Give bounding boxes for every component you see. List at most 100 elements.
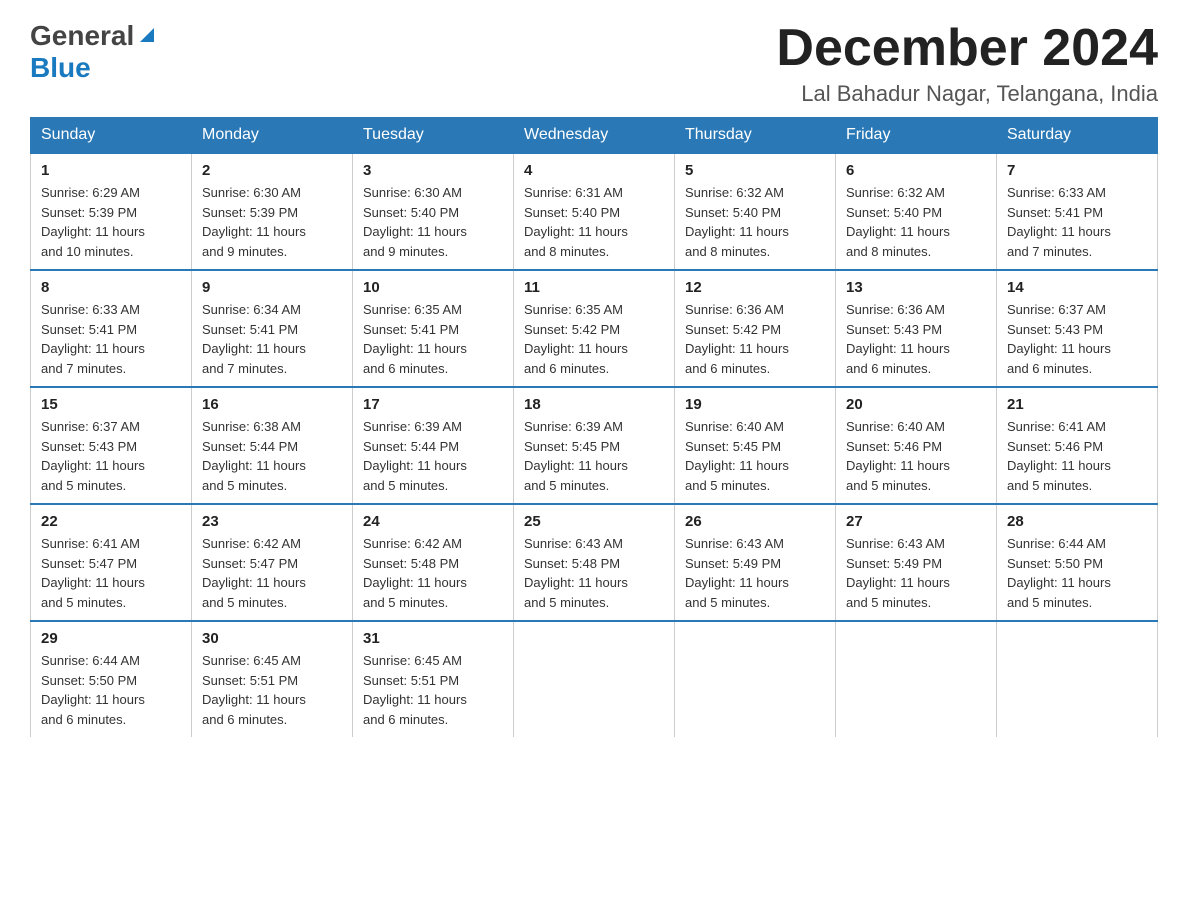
- day-number: 26: [685, 513, 825, 530]
- day-number: 8: [41, 279, 181, 296]
- table-row: 30 Sunrise: 6:45 AMSunset: 5:51 PMDaylig…: [192, 621, 353, 737]
- table-row: 24 Sunrise: 6:42 AMSunset: 5:48 PMDaylig…: [353, 504, 514, 621]
- table-row: 10 Sunrise: 6:35 AMSunset: 5:41 PMDaylig…: [353, 270, 514, 387]
- day-info: Sunrise: 6:39 AMSunset: 5:44 PMDaylight:…: [363, 419, 467, 493]
- table-row: 16 Sunrise: 6:38 AMSunset: 5:44 PMDaylig…: [192, 387, 353, 504]
- day-info: Sunrise: 6:29 AMSunset: 5:39 PMDaylight:…: [41, 185, 145, 259]
- table-row: 14 Sunrise: 6:37 AMSunset: 5:43 PMDaylig…: [997, 270, 1158, 387]
- day-number: 19: [685, 396, 825, 413]
- col-sunday: Sunday: [31, 118, 192, 154]
- day-number: 17: [363, 396, 503, 413]
- col-saturday: Saturday: [997, 118, 1158, 154]
- day-number: 5: [685, 162, 825, 179]
- day-info: Sunrise: 6:32 AMSunset: 5:40 PMDaylight:…: [846, 185, 950, 259]
- table-row: 29 Sunrise: 6:44 AMSunset: 5:50 PMDaylig…: [31, 621, 192, 737]
- calendar-week-row: 22 Sunrise: 6:41 AMSunset: 5:47 PMDaylig…: [31, 504, 1158, 621]
- col-tuesday: Tuesday: [353, 118, 514, 154]
- table-row: 13 Sunrise: 6:36 AMSunset: 5:43 PMDaylig…: [836, 270, 997, 387]
- table-row: 25 Sunrise: 6:43 AMSunset: 5:48 PMDaylig…: [514, 504, 675, 621]
- day-info: Sunrise: 6:33 AMSunset: 5:41 PMDaylight:…: [1007, 185, 1111, 259]
- day-info: Sunrise: 6:45 AMSunset: 5:51 PMDaylight:…: [202, 653, 306, 727]
- day-number: 29: [41, 630, 181, 647]
- table-row: 12 Sunrise: 6:36 AMSunset: 5:42 PMDaylig…: [675, 270, 836, 387]
- calendar-week-row: 29 Sunrise: 6:44 AMSunset: 5:50 PMDaylig…: [31, 621, 1158, 737]
- table-row: [997, 621, 1158, 737]
- table-row: 7 Sunrise: 6:33 AMSunset: 5:41 PMDayligh…: [997, 153, 1158, 270]
- title-section: December 2024 Lal Bahadur Nagar, Telanga…: [776, 20, 1158, 107]
- day-info: Sunrise: 6:35 AMSunset: 5:42 PMDaylight:…: [524, 302, 628, 376]
- table-row: 20 Sunrise: 6:40 AMSunset: 5:46 PMDaylig…: [836, 387, 997, 504]
- day-number: 20: [846, 396, 986, 413]
- table-row: 27 Sunrise: 6:43 AMSunset: 5:49 PMDaylig…: [836, 504, 997, 621]
- day-number: 14: [1007, 279, 1147, 296]
- day-info: Sunrise: 6:43 AMSunset: 5:49 PMDaylight:…: [846, 536, 950, 610]
- table-row: 5 Sunrise: 6:32 AMSunset: 5:40 PMDayligh…: [675, 153, 836, 270]
- day-number: 28: [1007, 513, 1147, 530]
- table-row: 19 Sunrise: 6:40 AMSunset: 5:45 PMDaylig…: [675, 387, 836, 504]
- day-info: Sunrise: 6:43 AMSunset: 5:48 PMDaylight:…: [524, 536, 628, 610]
- day-number: 2: [202, 162, 342, 179]
- table-row: 31 Sunrise: 6:45 AMSunset: 5:51 PMDaylig…: [353, 621, 514, 737]
- day-info: Sunrise: 6:36 AMSunset: 5:43 PMDaylight:…: [846, 302, 950, 376]
- day-number: 22: [41, 513, 181, 530]
- day-number: 25: [524, 513, 664, 530]
- table-row: 11 Sunrise: 6:35 AMSunset: 5:42 PMDaylig…: [514, 270, 675, 387]
- table-row: 2 Sunrise: 6:30 AMSunset: 5:39 PMDayligh…: [192, 153, 353, 270]
- day-info: Sunrise: 6:42 AMSunset: 5:48 PMDaylight:…: [363, 536, 467, 610]
- day-number: 18: [524, 396, 664, 413]
- calendar-header-row: Sunday Monday Tuesday Wednesday Thursday…: [31, 118, 1158, 154]
- table-row: 9 Sunrise: 6:34 AMSunset: 5:41 PMDayligh…: [192, 270, 353, 387]
- day-info: Sunrise: 6:30 AMSunset: 5:40 PMDaylight:…: [363, 185, 467, 259]
- day-info: Sunrise: 6:37 AMSunset: 5:43 PMDaylight:…: [41, 419, 145, 493]
- calendar-table: Sunday Monday Tuesday Wednesday Thursday…: [30, 117, 1158, 737]
- day-info: Sunrise: 6:37 AMSunset: 5:43 PMDaylight:…: [1007, 302, 1111, 376]
- table-row: 21 Sunrise: 6:41 AMSunset: 5:46 PMDaylig…: [997, 387, 1158, 504]
- day-info: Sunrise: 6:40 AMSunset: 5:46 PMDaylight:…: [846, 419, 950, 493]
- table-row: [675, 621, 836, 737]
- day-number: 9: [202, 279, 342, 296]
- day-info: Sunrise: 6:40 AMSunset: 5:45 PMDaylight:…: [685, 419, 789, 493]
- logo-triangle-icon: [136, 24, 158, 46]
- col-friday: Friday: [836, 118, 997, 154]
- day-info: Sunrise: 6:42 AMSunset: 5:47 PMDaylight:…: [202, 536, 306, 610]
- table-row: 18 Sunrise: 6:39 AMSunset: 5:45 PMDaylig…: [514, 387, 675, 504]
- calendar-week-row: 8 Sunrise: 6:33 AMSunset: 5:41 PMDayligh…: [31, 270, 1158, 387]
- day-info: Sunrise: 6:30 AMSunset: 5:39 PMDaylight:…: [202, 185, 306, 259]
- day-info: Sunrise: 6:41 AMSunset: 5:46 PMDaylight:…: [1007, 419, 1111, 493]
- day-info: Sunrise: 6:45 AMSunset: 5:51 PMDaylight:…: [363, 653, 467, 727]
- page-header: General Blue December 2024 Lal Bahadur N…: [30, 20, 1158, 107]
- day-info: Sunrise: 6:43 AMSunset: 5:49 PMDaylight:…: [685, 536, 789, 610]
- table-row: 8 Sunrise: 6:33 AMSunset: 5:41 PMDayligh…: [31, 270, 192, 387]
- day-info: Sunrise: 6:36 AMSunset: 5:42 PMDaylight:…: [685, 302, 789, 376]
- day-info: Sunrise: 6:31 AMSunset: 5:40 PMDaylight:…: [524, 185, 628, 259]
- day-number: 31: [363, 630, 503, 647]
- table-row: 22 Sunrise: 6:41 AMSunset: 5:47 PMDaylig…: [31, 504, 192, 621]
- table-row: [514, 621, 675, 737]
- day-number: 1: [41, 162, 181, 179]
- table-row: 15 Sunrise: 6:37 AMSunset: 5:43 PMDaylig…: [31, 387, 192, 504]
- day-number: 12: [685, 279, 825, 296]
- table-row: 6 Sunrise: 6:32 AMSunset: 5:40 PMDayligh…: [836, 153, 997, 270]
- table-row: 3 Sunrise: 6:30 AMSunset: 5:40 PMDayligh…: [353, 153, 514, 270]
- day-number: 27: [846, 513, 986, 530]
- table-row: [836, 621, 997, 737]
- day-info: Sunrise: 6:41 AMSunset: 5:47 PMDaylight:…: [41, 536, 145, 610]
- day-info: Sunrise: 6:38 AMSunset: 5:44 PMDaylight:…: [202, 419, 306, 493]
- day-number: 13: [846, 279, 986, 296]
- table-row: 1 Sunrise: 6:29 AMSunset: 5:39 PMDayligh…: [31, 153, 192, 270]
- month-title: December 2024: [776, 20, 1158, 77]
- day-info: Sunrise: 6:39 AMSunset: 5:45 PMDaylight:…: [524, 419, 628, 493]
- day-info: Sunrise: 6:33 AMSunset: 5:41 PMDaylight:…: [41, 302, 145, 376]
- day-number: 4: [524, 162, 664, 179]
- logo-general-text: General: [30, 20, 134, 52]
- day-number: 6: [846, 162, 986, 179]
- table-row: 26 Sunrise: 6:43 AMSunset: 5:49 PMDaylig…: [675, 504, 836, 621]
- calendar-week-row: 15 Sunrise: 6:37 AMSunset: 5:43 PMDaylig…: [31, 387, 1158, 504]
- day-number: 21: [1007, 396, 1147, 413]
- logo-blue-text: Blue: [30, 52, 91, 83]
- day-number: 30: [202, 630, 342, 647]
- day-number: 23: [202, 513, 342, 530]
- day-info: Sunrise: 6:44 AMSunset: 5:50 PMDaylight:…: [1007, 536, 1111, 610]
- logo: General Blue: [30, 20, 158, 84]
- day-number: 15: [41, 396, 181, 413]
